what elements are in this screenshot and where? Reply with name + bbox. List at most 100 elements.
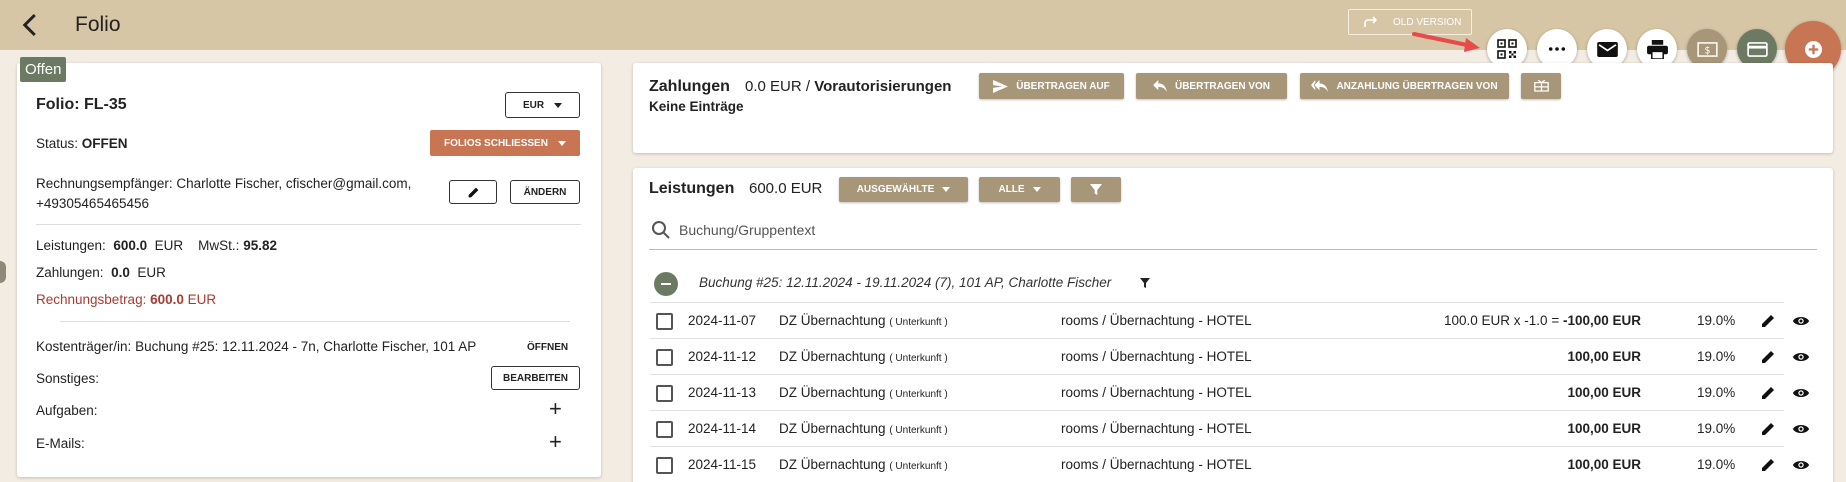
eye-icon[interactable] [1792,421,1810,437]
close-folios-label: FOLIOS SCHLIESSEN [444,137,548,149]
row-description: DZ Übernachtung ( Unterkunft ) [779,457,948,472]
empty-payments-text: Keine Einträge [649,99,744,114]
row-type: ( Unterkunft ) [889,425,948,436]
collapse-group-icon[interactable] [654,272,678,296]
misc-label: Sonstiges: [36,371,100,386]
pencil-icon[interactable] [1760,349,1776,365]
payments-amount: 0.0 EUR / [745,78,811,95]
edit-recipient-button[interactable] [449,180,497,204]
add-task-icon[interactable]: + [549,398,562,420]
row-amount: 100,00 EUR [1567,421,1641,436]
row-desc-text: DZ Übernachtung [779,385,886,400]
row-date: 2024-11-14 [688,421,757,436]
pencil-icon[interactable] [1760,385,1776,401]
row-type: ( Unterkunft ) [889,317,948,328]
services-label: Leistungen: [36,238,106,253]
pencil-icon[interactable] [1760,313,1776,329]
back-arrow-icon[interactable] [16,10,46,40]
transfer-to-button[interactable]: ÜBERTRAGEN AUF [979,73,1124,99]
transfer-from-label: ÜBERTRAGEN VON [1174,80,1270,92]
tasks-label: Aufgaben: [36,403,98,418]
row-checkbox[interactable] [656,349,673,366]
chevron-down-icon [942,187,951,192]
empty-text: Keine Einträge [649,99,744,114]
payments-summary: Zahlungen: 0.0 EUR [36,265,166,280]
open-booking-button[interactable]: ÖFFNEN [527,342,568,353]
services-currency: EUR [154,238,184,253]
row-desc-text: DZ Übernachtung [779,349,886,364]
row-checkbox[interactable] [656,421,673,438]
emails-label: E-Mails: [36,436,85,451]
add-email-icon[interactable]: + [549,431,562,453]
chevron-down-icon [554,102,563,108]
chevron-down-icon [1032,187,1041,192]
annotation-arrow-icon [1412,32,1480,52]
svg-text:$: $ [1704,45,1710,56]
transfer-from-button[interactable]: ÜBERTRAGEN VON [1136,73,1287,99]
row-checkbox[interactable] [656,313,673,330]
close-folios-button[interactable]: FOLIOS SCHLIESSEN [430,130,580,156]
pencil-icon[interactable] [1760,421,1776,437]
folio-title: Folio: FL-35 [36,96,127,113]
row-description: DZ Übernachtung ( Unterkunft ) [779,349,948,364]
eye-icon[interactable] [1792,313,1810,329]
services-summary: Leistungen: 600.0 EUR MwSt.: 95.82 [36,238,277,253]
row-amount: 100,00 EUR [1567,457,1641,472]
selected-actions-button[interactable]: AUSGEWÄHLTE [839,177,968,202]
search-input[interactable]: Buchung/Gruppentext [649,218,1817,250]
row-amount-value: 100,00 EUR [1567,349,1641,364]
row-category: rooms / Übernachtung - HOTEL [1061,385,1252,400]
currency-value: EUR [522,99,545,111]
reply-icon [1153,80,1167,92]
status-badge: Offen [20,57,67,82]
cost-bearer-value: Buchung #25: 12.11.2024 - 7n, Charlotte … [135,339,477,354]
pencil-icon[interactable] [1760,457,1776,473]
row-description: DZ Übernachtung ( Unterkunft ) [779,421,948,436]
eye-icon[interactable] [1792,385,1810,401]
transfer-deposit-button[interactable]: ANZAHLUNG ÜBERTRAGEN VON [1300,73,1509,99]
all-actions-button[interactable]: ALLE [979,177,1060,202]
row-type: ( Unterkunft ) [889,389,948,400]
group-text: Buchung #25: 12.11.2024 - 19.11.2024 (7)… [699,275,1112,290]
filter-button[interactable] [1071,177,1121,202]
gift-card-button[interactable] [1521,73,1561,99]
row-category: rooms / Übernachtung - HOTEL [1061,457,1252,472]
row-date: 2024-11-12 [688,349,757,364]
cost-bearer-line: Kostenträger/in: Buchung #25: 12.11.2024… [36,339,476,354]
status-line: Status: OFFEN [36,136,128,151]
redo-arrow-icon [1364,16,1378,27]
row-checkbox[interactable] [656,457,673,474]
row-description: DZ Übernachtung ( Unterkunft ) [779,385,948,400]
old-version-label: OLD VERSION [1393,16,1462,28]
change-recipient-button[interactable]: ÄNDERN [510,180,580,204]
row-checkbox[interactable] [656,385,673,402]
services-title: Leistungen [649,180,735,197]
row-date: 2024-11-15 [688,457,757,472]
row-desc-text: DZ Übernachtung [779,457,886,472]
row-type: ( Unterkunft ) [889,353,948,364]
invoice-currency: EUR [187,292,217,307]
group-filter-icon[interactable] [1140,278,1150,288]
recipient-block: Rechnungsempfänger: Charlotte Fischer, c… [36,174,411,214]
cost-bearer-label: Kostenträger/in: [36,339,132,354]
currency-select[interactable]: EUR [505,92,580,118]
all-label: ALLE [998,184,1025,195]
credit-card-icon [1746,41,1768,57]
reply-all-icon [1311,80,1329,92]
recipient-label: Rechnungsempfänger: [36,176,173,191]
edit-misc-button[interactable]: BEARBEITEN [491,366,580,390]
eye-icon[interactable] [1792,349,1810,365]
row-amount: 100,00 EUR [1567,385,1641,400]
vat-label: MwSt.: [198,238,240,253]
row-category: rooms / Übernachtung - HOTEL [1061,313,1252,328]
row-date: 2024-11-07 [688,313,757,328]
recipient-phone: +49305465465456 [36,196,149,211]
send-icon [993,79,1009,93]
row-vat: 19.0% [1697,457,1736,472]
row-date: 2024-11-13 [688,385,757,400]
more-icon [1548,47,1566,51]
eye-icon[interactable] [1792,457,1810,473]
side-drawer-handle[interactable] [0,261,6,283]
row-amount-value: 100,00 EUR [1567,457,1641,472]
table-row: 2024-11-15 DZ Übernachtung ( Unterkunft )… [650,446,1810,482]
